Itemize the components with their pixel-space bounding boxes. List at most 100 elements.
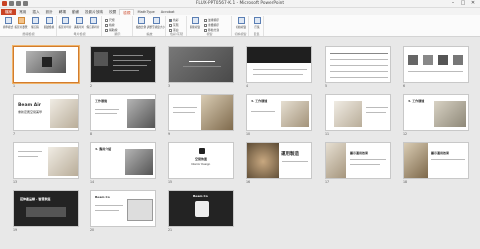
slide-thumbnail[interactable]: 顯示運用效果: [325, 142, 391, 179]
macros-button[interactable]: 巨集: [251, 17, 263, 29]
slide-sorter-icon: [17, 17, 25, 24]
slide-photo: [50, 99, 78, 128]
undo-icon[interactable]: [16, 1, 21, 6]
text-line: [95, 113, 117, 114]
product-image: [42, 57, 52, 67]
slide-thumbnail[interactable]: [325, 94, 391, 131]
ruler-check-icon: [105, 18, 108, 22]
slide-thumbnail[interactable]: [168, 46, 234, 83]
window-controls: – □ ✕: [448, 0, 478, 7]
cascade-button[interactable]: 重疊顯示: [204, 23, 219, 27]
macros-icon: [253, 17, 261, 24]
slide-number: 5: [325, 84, 328, 88]
table-line: [330, 71, 388, 72]
color-swatch-icon: [169, 18, 172, 22]
slide-number: 16: [246, 180, 251, 184]
slide-photo: [247, 143, 279, 178]
slide-thumbnail[interactable]: [13, 46, 79, 83]
notes-page-icon: [31, 17, 39, 24]
arrange-all-button[interactable]: 並排顯示: [204, 18, 219, 22]
slide-number: 18: [403, 180, 408, 184]
slide-title: 運用製造: [281, 152, 299, 157]
slide-thumbnail[interactable]: [403, 46, 469, 83]
gridlines-checkbox[interactable]: 格線: [105, 23, 115, 27]
switch-windows-button[interactable]: 切換視窗: [235, 17, 247, 29]
reading-view-icon: [45, 17, 53, 24]
text-line: [173, 107, 197, 108]
group-macros: 巨集 巨集: [250, 16, 264, 36]
slide-title: 空間佈置: [195, 157, 208, 161]
slide-thumbnail[interactable]: 顯示運用效果: [403, 142, 469, 179]
slide-thumbnail[interactable]: Beam Co: [90, 190, 156, 227]
slide-title: 3. 工作環境: [251, 99, 268, 103]
text-line: [253, 69, 307, 70]
new-window-button[interactable]: 開新視窗: [189, 17, 201, 29]
slide-number: 17: [325, 180, 330, 184]
slide-title: 工作環境: [95, 99, 108, 103]
slide-thumbnail[interactable]: [90, 46, 156, 83]
arrange-all-icon: [204, 18, 207, 22]
group-show: 尺規 格線 輔助線 顯示: [103, 16, 133, 36]
slide-sorter-button[interactable]: 投影片瀏覽: [15, 17, 27, 29]
zoom-button[interactable]: 縮放比例: [135, 17, 147, 29]
slide-thumbnail[interactable]: [168, 94, 234, 131]
group-master-views: 投影片母片 講義母片 備忘稿母片 母片檢視: [58, 16, 102, 36]
title-bar: FLUX-PPT0567-K.1 - Microsoft PowerPoint …: [0, 0, 480, 8]
table-line: [330, 59, 388, 60]
slide-number: 10: [246, 132, 251, 136]
slide-sorter-area[interactable]: 1 2 3 4 5 6 Beam Air 重新定義空間美學 7 工作環境 8 9…: [0, 37, 480, 249]
normal-view-button[interactable]: 標準模式: [2, 17, 14, 29]
notes-master-button[interactable]: 備忘稿母片: [87, 17, 99, 29]
slide-photo: [434, 101, 466, 127]
slide-thumbnail[interactable]: [13, 142, 79, 179]
maximize-button[interactable]: □: [458, 0, 468, 7]
text-line: [366, 107, 388, 108]
slide-thumbnail[interactable]: 空間佈置 Interior Design: [168, 142, 234, 179]
grayscale-option[interactable]: 灰階: [169, 23, 179, 27]
slide-thumbnail[interactable]: 3. 應用介紹: [90, 142, 156, 179]
slide-number: 4: [246, 84, 249, 88]
slide-thumbnail[interactable]: [325, 46, 391, 83]
text-line: [350, 159, 386, 160]
slide-number: 3: [168, 84, 171, 88]
close-button[interactable]: ✕: [468, 0, 478, 7]
slide-photo: [404, 143, 428, 178]
text-line: [251, 111, 275, 112]
slide-master-button[interactable]: 投影片母片: [59, 17, 71, 29]
text-line: [282, 161, 308, 162]
slide-thumbnail[interactable]: 3. 工作環境: [403, 94, 469, 131]
handout-master-button[interactable]: 講義母片: [73, 17, 85, 29]
slide-thumbnail[interactable]: Beam Co: [168, 190, 234, 227]
slide-thumbnail[interactable]: 3. 工作環境: [246, 94, 312, 131]
slide-photo: [169, 47, 233, 82]
slide-number: 19: [13, 228, 18, 232]
slide-title: 顯示運用效果: [350, 151, 369, 155]
device-image: [195, 201, 209, 217]
notes-page-button[interactable]: 備忘稿: [29, 17, 41, 29]
slide-number: 14: [90, 180, 95, 184]
slide-title: Beam Co: [95, 195, 110, 199]
text-line: [95, 210, 119, 211]
product-image: [423, 55, 433, 65]
slide-number: 8: [90, 132, 93, 136]
reading-view-button[interactable]: 閱讀檢視: [43, 17, 55, 29]
product-image: [453, 55, 463, 65]
slide-thumbnail[interactable]: [246, 46, 312, 83]
ruler-checkbox[interactable]: 尺規: [105, 18, 115, 22]
slide-thumbnail[interactable]: 工作環境: [90, 94, 156, 131]
save-icon[interactable]: [9, 1, 14, 6]
slide-photo: [326, 143, 346, 178]
color-option[interactable]: 色彩: [169, 18, 179, 22]
text-line: [431, 159, 465, 160]
slide-title: 延伸產品線 - 智慧家庭: [20, 197, 51, 201]
slide-photo: [127, 99, 155, 128]
slide-title: 3. 應用介紹: [95, 147, 112, 151]
slide-thumbnail[interactable]: 運用製造: [246, 142, 312, 179]
notes-master-icon: [89, 17, 97, 24]
redo-icon[interactable]: [23, 1, 28, 6]
slide-thumbnail[interactable]: 延伸產品線 - 智慧家庭: [13, 190, 79, 227]
group-window: 開新視窗 並排顯示 重疊顯示 移動分割 視窗: [188, 16, 232, 36]
slide-thumbnail[interactable]: Beam Air 重新定義空間美學: [13, 94, 79, 131]
fit-to-window-button[interactable]: 調整至視窗大小: [147, 17, 165, 29]
minimize-button[interactable]: –: [448, 0, 458, 7]
